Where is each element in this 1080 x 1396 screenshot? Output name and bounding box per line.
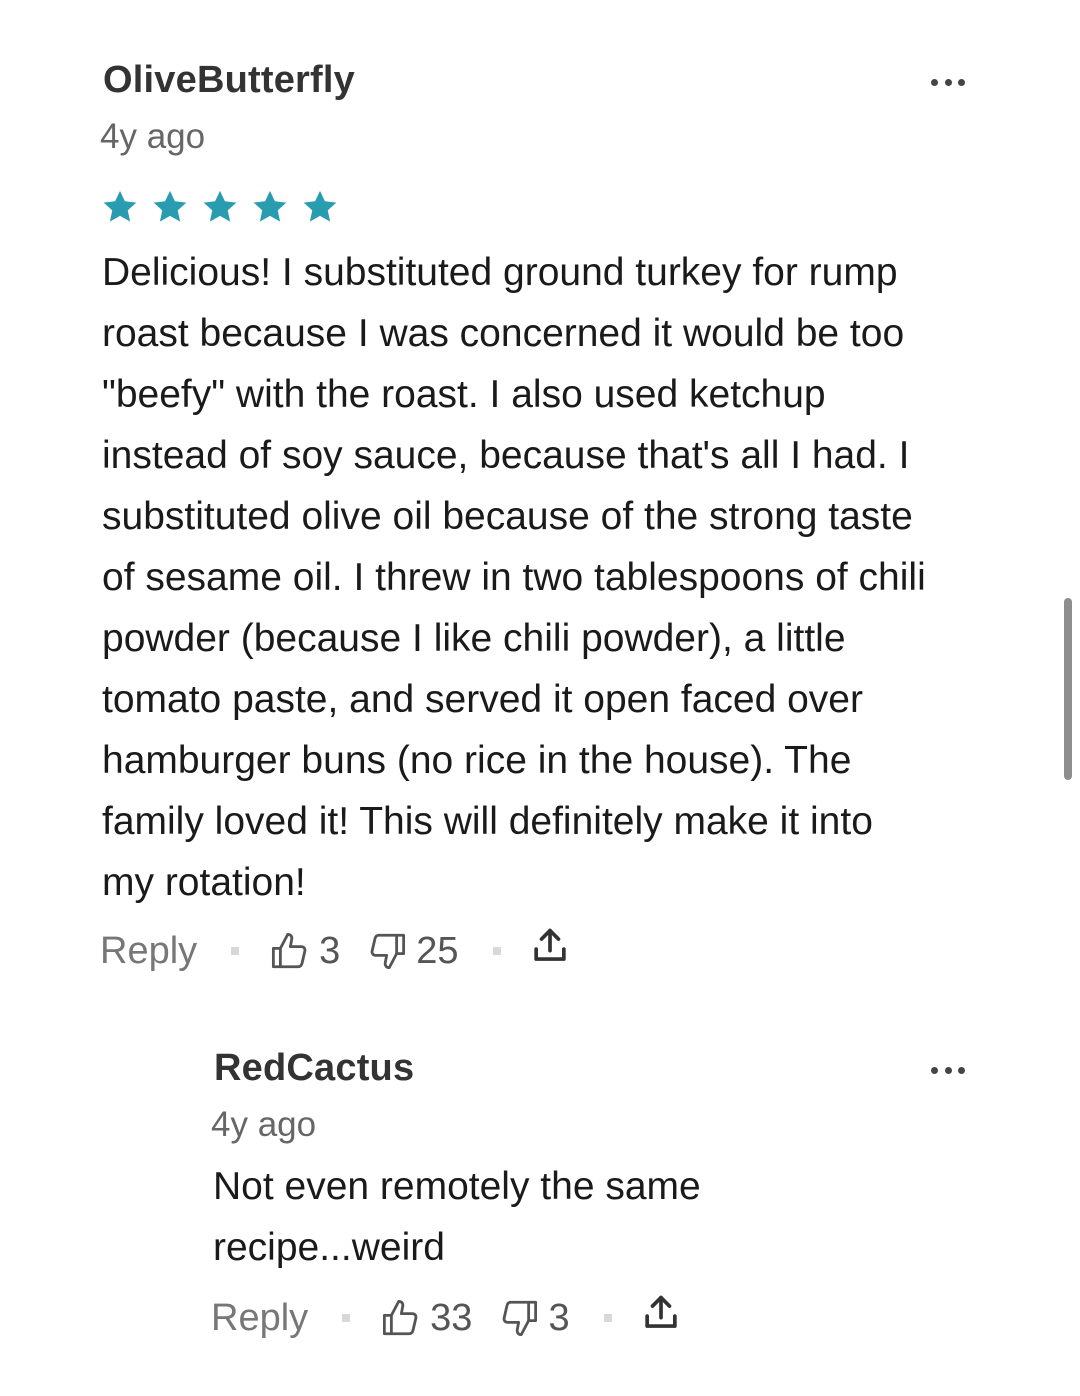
share-button[interactable]: [531, 926, 569, 976]
share-button[interactable]: [642, 1293, 680, 1343]
thumbs-up-icon: [383, 1299, 418, 1336]
star-icon: [103, 190, 137, 222]
separator-dot: [342, 1314, 351, 1322]
thumbs-down-icon: [370, 933, 406, 970]
separator-dot: [603, 1314, 612, 1322]
upvote-count: 33: [430, 1296, 473, 1339]
scrollbar-thumb[interactable]: [1064, 598, 1072, 780]
reply-button[interactable]: Reply: [100, 930, 197, 973]
comment-actions: Reply 33 3: [211, 1288, 1003, 1348]
reply-button[interactable]: Reply: [211, 1297, 308, 1340]
comment: OliveButterfly 4y ago Delicious! I subst…: [100, 52, 1003, 981]
reply-comment: RedCactus 4y ago Not even remotely the s…: [211, 1040, 1003, 1348]
comment-author[interactable]: OliveButterfly: [103, 52, 1003, 108]
downvote-count: 3: [548, 1296, 570, 1339]
downvote-button[interactable]: 25: [366, 929, 459, 973]
star-rating: [101, 188, 1003, 228]
separator-dot: [492, 947, 501, 955]
thumbs-down-icon: [503, 1300, 538, 1337]
downvote-count: 25: [416, 929, 459, 972]
more-options-icon[interactable]: [931, 1060, 965, 1080]
comment-text: Not even remotely the same recipe...weir…: [213, 1165, 701, 1269]
comment-author[interactable]: RedCactus: [214, 1040, 1003, 1096]
comment-timestamp: 4y ago: [211, 1105, 317, 1144]
more-options-icon[interactable]: [931, 72, 965, 92]
upvote-count: 3: [319, 929, 341, 972]
share-icon: [644, 1295, 677, 1328]
share-icon: [533, 928, 566, 961]
upvote-button[interactable]: 3: [269, 930, 340, 973]
downvote-button[interactable]: 3: [498, 1296, 570, 1340]
comment-actions: Reply 3 25: [100, 921, 1003, 981]
upvote-button[interactable]: 33: [380, 1297, 472, 1340]
star-icon: [303, 190, 337, 222]
comment-text: Delicious! I substituted ground turkey f…: [102, 251, 926, 904]
comment-timestamp: 4y ago: [100, 117, 206, 156]
star-icon: [253, 190, 287, 222]
star-icon: [153, 190, 187, 222]
star-icon: [203, 190, 237, 222]
thumbs-up-icon: [272, 932, 307, 969]
separator-dot: [231, 947, 240, 955]
